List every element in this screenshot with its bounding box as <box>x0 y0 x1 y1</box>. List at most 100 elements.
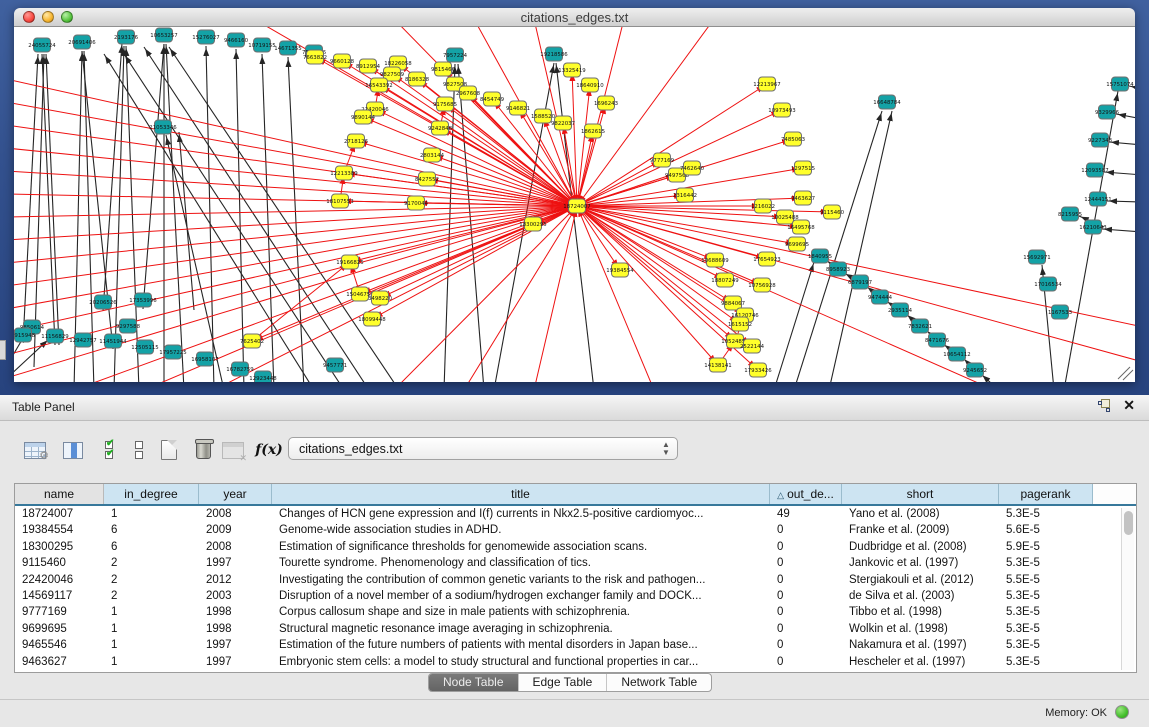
graph-node[interactable] <box>793 220 810 234</box>
graph-node[interactable] <box>1090 192 1107 206</box>
table-row[interactable]: 969969511998Structural magnetic resonanc… <box>15 621 1136 637</box>
graph-node[interactable] <box>684 161 701 175</box>
graph-node[interactable] <box>355 110 372 124</box>
column-header-title[interactable]: title <box>272 484 770 504</box>
graph-node[interactable] <box>750 363 767 377</box>
graph-node[interactable] <box>372 291 389 305</box>
graph-node[interactable] <box>1040 277 1057 291</box>
graph-node[interactable] <box>812 249 829 263</box>
graph-node[interactable] <box>774 103 791 117</box>
float-panel-icon[interactable] <box>1098 399 1111 412</box>
graph-node[interactable] <box>460 86 477 100</box>
graph-node[interactable] <box>424 148 441 162</box>
graph-node[interactable] <box>789 237 806 251</box>
graph-node[interactable] <box>15 328 32 342</box>
graph-node[interactable] <box>336 166 353 180</box>
graph-node[interactable] <box>912 319 929 333</box>
graph-node[interactable] <box>255 371 272 382</box>
table-selector-combobox[interactable]: citations_edges.txt ▲▼ <box>288 437 678 460</box>
table-scrollbar[interactable] <box>1121 508 1134 670</box>
table-row[interactable]: 911546021997Tourette syndrome. Phenomeno… <box>15 555 1136 571</box>
graph-node[interactable] <box>785 132 802 146</box>
graph-node[interactable] <box>432 121 449 135</box>
graph-node[interactable] <box>34 38 51 52</box>
tab-edge-table[interactable]: Edge Table <box>519 674 608 691</box>
network-canvas[interactable]: 1872400724055724206914062193176106532571… <box>14 27 1135 382</box>
table-row[interactable]: 946362711997Embryonic stem cells: a mode… <box>15 654 1136 670</box>
graph-node[interactable] <box>342 255 359 269</box>
graph-node[interactable] <box>165 345 182 359</box>
graph-node[interactable] <box>535 109 552 123</box>
graph-node[interactable] <box>830 262 847 276</box>
graph-node[interactable] <box>669 168 686 182</box>
tab-network-table[interactable]: Network Table <box>607 674 711 691</box>
graph-node[interactable] <box>484 92 501 106</box>
graph-node[interactable] <box>1062 207 1079 221</box>
graph-node[interactable] <box>510 101 527 115</box>
graph-node[interactable] <box>155 120 172 134</box>
graph-node[interactable] <box>95 295 112 309</box>
graph-node[interactable] <box>437 97 454 111</box>
graph-node[interactable] <box>1085 220 1102 234</box>
graph-node[interactable] <box>244 334 261 348</box>
graph-node[interactable] <box>156 28 173 42</box>
graph-node[interactable] <box>197 352 214 366</box>
graph-node[interactable] <box>409 72 426 86</box>
graph-node[interactable] <box>435 62 452 76</box>
column-header-pagerank[interactable]: pagerank <box>999 484 1093 504</box>
graph-node[interactable] <box>707 253 724 267</box>
graph-node[interactable] <box>582 78 599 92</box>
canvas-resize-grip[interactable] <box>1118 367 1133 380</box>
table-row[interactable]: 946554611997Estimation of the future num… <box>15 637 1136 653</box>
graph-node[interactable] <box>280 41 297 55</box>
graph-node[interactable] <box>852 275 869 289</box>
table-row[interactable]: 1938455462009Genome-wide association stu… <box>15 522 1136 538</box>
graph-node[interactable] <box>254 38 271 52</box>
graph-node[interactable] <box>555 116 572 130</box>
graph-node[interactable] <box>307 50 324 64</box>
graph-node[interactable] <box>744 339 761 353</box>
graph-node[interactable] <box>612 263 629 277</box>
graph-node[interactable] <box>824 205 841 219</box>
graph-node[interactable] <box>371 78 388 92</box>
graph-node[interactable] <box>777 210 794 224</box>
function-builder-button[interactable]: f(x) <box>254 434 284 466</box>
graph-node[interactable] <box>332 194 349 208</box>
tab-node-table[interactable]: Node Table <box>429 674 519 691</box>
graph-node[interactable] <box>879 95 896 109</box>
table-row[interactable]: 1456911722003Disruption of a novel membe… <box>15 588 1136 604</box>
graph-node[interactable] <box>1087 163 1104 177</box>
graph-node[interactable] <box>1092 133 1109 147</box>
select-columns-button[interactable] <box>58 434 88 466</box>
column-header-year[interactable]: year <box>199 484 272 504</box>
table-row[interactable]: 2242004622012Investigating the contribut… <box>15 572 1136 588</box>
table-row[interactable]: 977716911998Corpus callosum shape and si… <box>15 604 1136 620</box>
graph-node[interactable] <box>47 329 64 343</box>
scrollbar-thumb[interactable] <box>1124 511 1133 535</box>
graph-node[interactable] <box>360 59 377 73</box>
graph-node[interactable] <box>1112 77 1129 91</box>
graph-node[interactable] <box>334 54 351 68</box>
graph-node[interactable] <box>228 33 245 47</box>
graph-node[interactable] <box>525 217 542 231</box>
graph-node[interactable] <box>75 333 92 347</box>
graph-node[interactable] <box>1099 105 1116 119</box>
graph-node[interactable] <box>232 362 249 376</box>
graph-node[interactable] <box>759 252 776 266</box>
graph-node[interactable] <box>74 35 91 49</box>
graph-node[interactable] <box>348 134 365 148</box>
graph-node[interactable] <box>137 340 154 354</box>
graph-node[interactable] <box>717 273 734 287</box>
window-titlebar[interactable]: citations_edges.txt <box>14 8 1135 27</box>
graph-node[interactable] <box>598 96 615 110</box>
graph-node[interactable] <box>929 333 946 347</box>
table-options-button[interactable]: ⚙ <box>20 434 50 466</box>
delete-table-button[interactable] <box>188 434 218 466</box>
graph-node[interactable] <box>198 30 215 44</box>
graph-node[interactable] <box>1052 305 1069 319</box>
column-header-short[interactable]: short <box>842 484 999 504</box>
graph-node[interactable] <box>759 77 776 91</box>
close-panel-icon[interactable]: ✕ <box>1123 399 1135 412</box>
table-row[interactable]: 1830029562008Estimation of significance … <box>15 539 1136 555</box>
graph-node[interactable] <box>732 317 749 331</box>
